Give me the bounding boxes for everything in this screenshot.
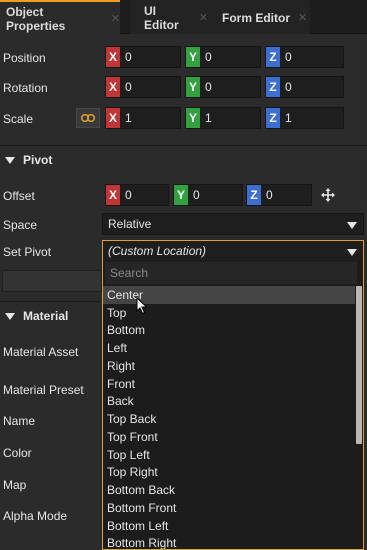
offset-x-field[interactable]: X 0 xyxy=(105,184,169,206)
triangle-down-icon xyxy=(5,156,15,164)
tab-label: Object Properties xyxy=(6,4,66,33)
set-pivot-dropdown-value: (Custom Location) xyxy=(108,244,207,258)
pivot-option-bottom-back[interactable]: Bottom Back xyxy=(103,481,355,499)
rotation-y-value: 0 xyxy=(205,80,212,94)
pivot-option-top-front[interactable]: Top Front xyxy=(103,428,355,446)
pivot-header-label: Pivot xyxy=(23,152,53,167)
tab-form-editor[interactable]: Form Editor ✕ xyxy=(208,0,310,34)
scale-x-value: 1 xyxy=(125,111,132,125)
offset-label: Offset xyxy=(3,189,35,203)
rotation-x-field[interactable]: X 0 xyxy=(105,76,181,98)
axis-y-badge: Y xyxy=(174,185,188,205)
set-pivot-dropdown[interactable]: (Custom Location) xyxy=(102,240,364,262)
triangle-down-icon xyxy=(5,312,15,320)
axis-y-badge: Y xyxy=(186,77,200,97)
alpha-mode-label: Alpha Mode xyxy=(3,509,68,523)
pivot-option-top-right[interactable]: Top Right xyxy=(103,464,355,482)
close-icon[interactable]: ✕ xyxy=(298,11,307,24)
pivot-option-bottom[interactable]: Bottom xyxy=(103,322,355,340)
rotation-x-value: 0 xyxy=(125,80,132,94)
caret-down-icon xyxy=(347,249,357,256)
pivot-option-right[interactable]: Right xyxy=(103,357,355,375)
material-preset-label: Material Preset xyxy=(3,383,84,397)
set-pivot-label: Set Pivot xyxy=(3,245,52,259)
position-y-value: 0 xyxy=(205,50,212,64)
scale-x-field[interactable]: X 1 xyxy=(105,107,181,129)
name-label: Name xyxy=(3,414,36,428)
scale-z-field[interactable]: Z 1 xyxy=(265,107,344,129)
pivot-option-bottom-right[interactable]: Bottom Right xyxy=(103,535,355,549)
axis-x-badge: X xyxy=(106,108,120,128)
axis-z-badge: Z xyxy=(266,108,280,128)
pivot-search-input[interactable]: Search xyxy=(105,262,357,284)
color-label: Color xyxy=(3,446,32,460)
position-z-value: 0 xyxy=(285,50,292,64)
axis-y-badge: Y xyxy=(186,47,200,67)
tab-object-properties[interactable]: Object Properties ✕ xyxy=(0,0,120,34)
axis-x-badge: X xyxy=(106,47,120,67)
pivot-option-left[interactable]: Left xyxy=(103,339,355,357)
position-x-field[interactable]: X 0 xyxy=(105,46,181,68)
move-pivot-button[interactable] xyxy=(314,184,342,206)
tab-label: Form Editor xyxy=(222,10,290,25)
axis-z-badge: Z xyxy=(266,47,280,67)
pivot-option-top-left[interactable]: Top Left xyxy=(103,446,355,464)
scale-label: Scale xyxy=(3,112,34,126)
offset-x-value: 0 xyxy=(125,188,132,202)
object-properties-panel: Position X 0 Y 0 Z 0 Rotation X 0 Y 0 Z … xyxy=(0,34,367,550)
rotation-z-field[interactable]: Z 0 xyxy=(265,76,344,98)
space-dropdown-value: Relative xyxy=(108,217,152,231)
link-scale-button[interactable] xyxy=(76,108,100,128)
axis-z-badge: Z xyxy=(266,77,280,97)
rotation-label: Rotation xyxy=(3,81,48,95)
axis-z-badge: Z xyxy=(247,185,261,205)
pivot-option-back[interactable]: Back xyxy=(103,393,355,411)
tab-ui-editor[interactable]: UI Editor ✕ xyxy=(130,0,208,34)
offset-z-value: 0 xyxy=(266,188,273,202)
material-header-label: Material xyxy=(23,308,69,323)
axis-x-badge: X xyxy=(106,185,120,205)
tab-bar: Object Properties ✕ UI Editor ✕ Form Edi… xyxy=(0,0,367,34)
material-section-header[interactable]: Material xyxy=(0,301,100,329)
position-y-field[interactable]: Y 0 xyxy=(185,46,261,68)
mouse-pointer-icon xyxy=(136,297,148,315)
close-icon[interactable]: ✕ xyxy=(111,12,120,25)
axis-x-badge: X xyxy=(106,77,120,97)
caret-down-icon xyxy=(347,222,357,229)
pivot-options: Center Top Bottom Left Right Front Back … xyxy=(103,286,355,549)
offset-y-value: 0 xyxy=(193,188,200,202)
space-dropdown[interactable]: Relative xyxy=(102,213,364,235)
offset-z-field[interactable]: Z 0 xyxy=(246,184,312,206)
scale-z-value: 1 xyxy=(285,111,292,125)
position-z-field[interactable]: Z 0 xyxy=(265,46,344,68)
pivot-option-front[interactable]: Front xyxy=(103,375,355,393)
map-label: Map xyxy=(3,478,27,492)
axis-y-badge: Y xyxy=(186,108,200,128)
close-icon[interactable]: ✕ xyxy=(199,11,208,24)
position-label: Position xyxy=(3,51,46,65)
scale-y-value: 1 xyxy=(205,111,212,125)
link-icon xyxy=(81,114,95,122)
scale-y-field[interactable]: Y 1 xyxy=(185,107,261,129)
offset-y-field[interactable]: Y 0 xyxy=(173,184,243,206)
pivot-list-scrollbar[interactable] xyxy=(356,286,362,444)
rotation-z-value: 0 xyxy=(285,80,292,94)
apply-pivot-button[interactable] xyxy=(2,270,102,292)
material-asset-label: Material Asset xyxy=(3,345,79,359)
move-arrows-icon xyxy=(321,188,335,202)
pivot-option-bottom-front[interactable]: Bottom Front xyxy=(103,499,355,517)
space-label: Space xyxy=(3,218,38,232)
rotation-y-field[interactable]: Y 0 xyxy=(185,76,261,98)
position-x-value: 0 xyxy=(125,50,132,64)
tab-label: UI Editor xyxy=(144,3,179,32)
pivot-section-header[interactable]: Pivot xyxy=(0,145,367,173)
pivot-option-top-back[interactable]: Top Back xyxy=(103,410,355,428)
pivot-option-bottom-left[interactable]: Bottom Left xyxy=(103,517,355,535)
